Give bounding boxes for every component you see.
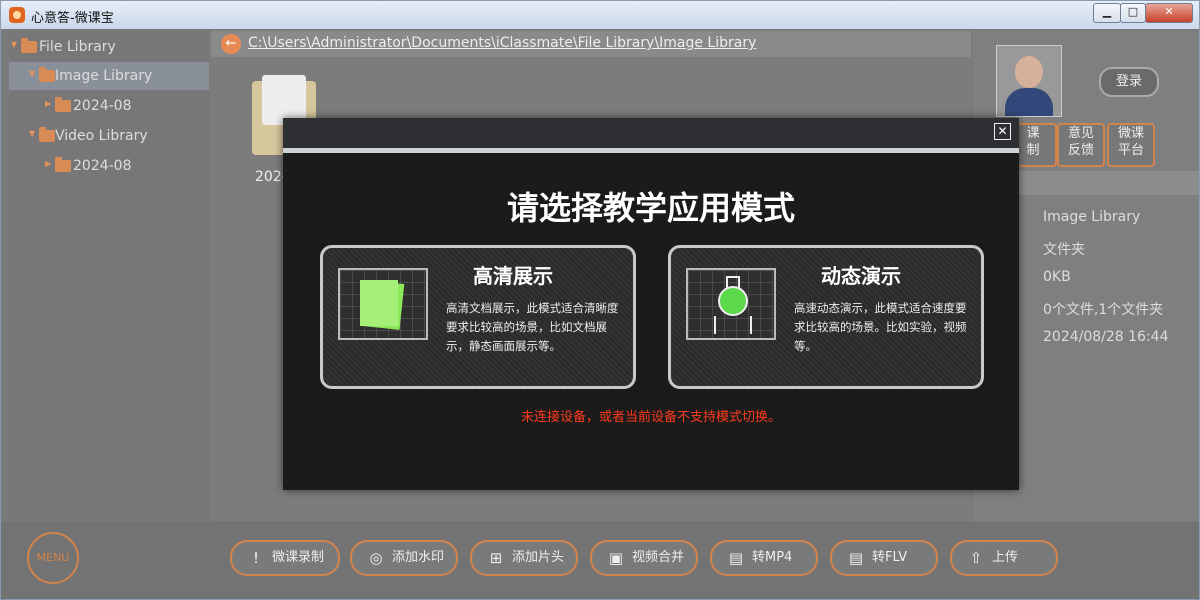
info-name: Image Library	[1043, 209, 1141, 225]
avatar-head-icon	[1015, 56, 1043, 88]
dynamic-demo-title: 动态演示	[821, 264, 901, 288]
feedback-button-line1: 意见	[1067, 126, 1094, 141]
flv-file-icon: ▤	[848, 549, 864, 567]
platform-button-line1: 微课	[1117, 126, 1144, 141]
add-intro-button[interactable]: ⊞ 添加片头	[470, 540, 578, 576]
tree-item-label: Video Library	[55, 128, 148, 144]
upload-label: 上传	[992, 550, 1019, 565]
feedback-button[interactable]: 意见 反馈	[1057, 123, 1105, 167]
expand-arrow-icon[interactable]: ▼	[29, 69, 35, 78]
bottom-toolbar: MENU ! 微课录制 ◎ 添加水印 ⊞ 添加片头 ▣ 视频合并 ▤ 转MP4 …	[1, 522, 1199, 599]
menu-button[interactable]: MENU	[27, 532, 79, 584]
record-video-button[interactable]: ! 微课录制	[230, 540, 340, 576]
collapse-arrow-icon[interactable]: ▶	[45, 159, 51, 168]
add-watermark-button[interactable]: ◎ 添加水印	[350, 540, 458, 576]
folder-icon	[39, 127, 55, 142]
close-window-button[interactable]: ✕	[1145, 3, 1193, 23]
mode-select-dialog: ✕ 请选择教学应用模式 高清展示 高清文档展示，此模式适合清晰度要求比较高的场景…	[283, 118, 1019, 490]
merge-video-button[interactable]: ▣ 视频合并	[590, 540, 698, 576]
tree-item-file-library[interactable]: ▼ File Library	[9, 33, 209, 61]
tree-item-label: 2024-08	[73, 98, 132, 114]
device-warning: 未连接设备，或者当前设备不支持模式切换。	[520, 410, 781, 425]
close-icon[interactable]: ✕	[994, 123, 1011, 140]
dynamic-demo-mode-button[interactable]: 动态演示 高速动态演示，此模式适合速度要求比较高的场景。比如实验，视频等。	[668, 245, 984, 389]
window-title: 心意答-微课宝	[31, 11, 114, 26]
tree-item-label: File Library	[39, 39, 116, 55]
avatar[interactable]	[996, 45, 1062, 117]
dynamic-demo-description: 高速动态演示，此模式适合速度要求比较高的场景。比如实验，视频等。	[794, 301, 967, 353]
folder-icon	[55, 97, 71, 112]
info-contents: 0个文件,1个文件夹	[1043, 302, 1164, 318]
back-arrow-icon[interactable]: ←	[221, 34, 241, 54]
dialog-title: 请选择教学应用模式	[506, 189, 795, 227]
add-intro-label: 添加片头	[512, 550, 565, 565]
folder-icon	[55, 157, 71, 172]
dialog-divider	[283, 148, 1019, 153]
tree-item-video-library[interactable]: ▼ Video Library	[9, 122, 209, 150]
tree-item-image-library[interactable]: ▼ Image Library	[9, 62, 209, 90]
flask-icon	[686, 268, 776, 340]
exclamation-icon: !	[252, 549, 259, 567]
tree-item-image-2024-08[interactable]: ▶ 2024-08	[9, 92, 209, 120]
convert-mp4-label: 转MP4	[752, 550, 793, 565]
convert-flv-label: 转FLV	[872, 550, 908, 565]
app-logo-icon	[9, 7, 25, 23]
convert-mp4-button[interactable]: ▤ 转MP4	[710, 540, 818, 576]
tree-item-video-2024-08[interactable]: ▶ 2024-08	[9, 152, 209, 180]
app-window: 心意答-微课宝 ▁ □ ✕ ▼ File Library ▼ Image Lib…	[0, 0, 1200, 600]
merge-icon: ▣	[608, 549, 624, 567]
path-breadcrumb[interactable]: C:\Users\Administrator\Documents\iClassm…	[248, 35, 756, 51]
platform-button[interactable]: 微课 平台	[1107, 123, 1155, 167]
collapse-arrow-icon[interactable]: ▶	[45, 99, 51, 108]
dialog-header	[283, 118, 1019, 148]
hd-display-description: 高清文档展示，此模式适合清晰度要求比较高的场景，比如文档展示，静态画面展示等。	[446, 301, 619, 353]
record-video-label: 微课录制	[272, 550, 325, 565]
maximize-button[interactable]: □	[1120, 3, 1146, 23]
feedback-button-line2: 反馈	[1067, 143, 1094, 158]
hd-display-mode-button[interactable]: 高清展示 高清文档展示，此模式适合清晰度要求比较高的场景，比如文档展示，静态画面…	[320, 245, 636, 389]
info-size: 0KB	[1043, 269, 1071, 285]
minimize-button[interactable]: ▁	[1093, 3, 1121, 23]
upload-icon: ⇧	[969, 549, 983, 567]
folder-icon	[39, 67, 55, 82]
info-date: 2024/08/28 16:44	[1043, 329, 1169, 345]
info-type: 文件夹	[1043, 242, 1085, 258]
avatar-body-icon	[1005, 88, 1053, 116]
path-bar: ← C:\Users\Administrator\Documents\iClas…	[211, 31, 971, 57]
mp4-file-icon: ▤	[728, 549, 744, 567]
hd-display-title: 高清展示	[473, 264, 553, 288]
upload-button[interactable]: ⇧ 上传	[950, 540, 1058, 576]
expand-arrow-icon[interactable]: ▼	[11, 40, 17, 49]
expand-arrow-icon[interactable]: ▼	[29, 129, 35, 138]
watermark-icon: ◎	[369, 549, 383, 567]
merge-video-label: 视频合并	[632, 550, 685, 565]
add-watermark-label: 添加水印	[392, 550, 445, 565]
add-intro-icon: ⊞	[489, 549, 503, 567]
tree-item-label: Image Library	[55, 68, 153, 84]
tree-item-label: 2024-08	[73, 158, 132, 174]
folder-icon	[21, 38, 37, 53]
title-bar: 心意答-微课宝 ▁ □ ✕	[1, 1, 1199, 29]
convert-flv-button[interactable]: ▤ 转FLV	[830, 540, 938, 576]
document-icon	[338, 268, 428, 340]
folder-tree: ▼ File Library ▼ Image Library ▶ 2024-08…	[9, 31, 209, 521]
login-button[interactable]: 登录	[1099, 67, 1159, 97]
platform-button-line2: 平台	[1117, 143, 1144, 158]
